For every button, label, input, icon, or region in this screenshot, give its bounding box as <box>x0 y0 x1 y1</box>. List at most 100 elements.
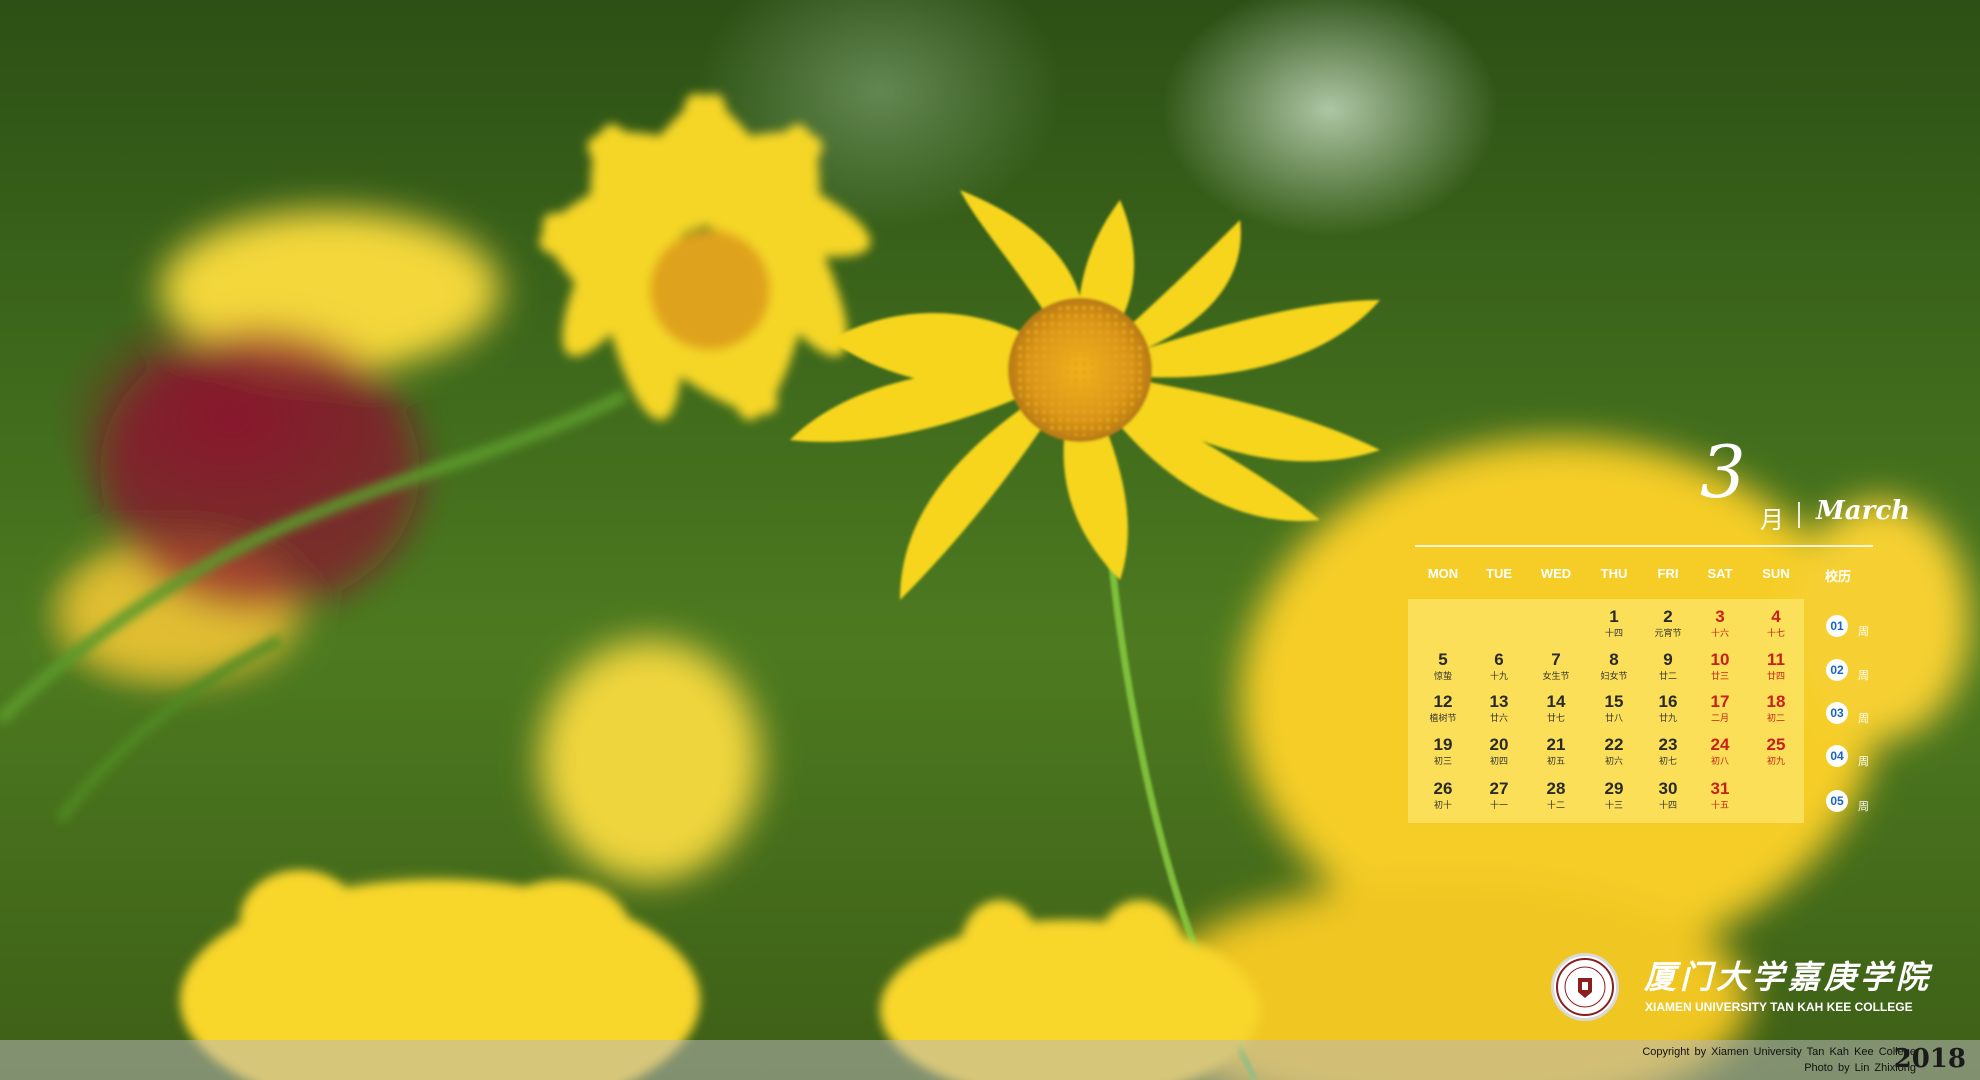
weekday-thu: THU <box>1600 566 1628 581</box>
calendar-day[interactable]: 6 十九 <box>1469 650 1529 682</box>
day-number: 16 <box>1658 692 1678 711</box>
day-number: 11 <box>1767 650 1785 669</box>
calendar-day[interactable]: 22 初六 <box>1584 735 1644 767</box>
wallpaper: 3 月 March MON TUE WED THU FRI SAT SUN 校历 1 十四 2 元… <box>0 0 1980 1080</box>
lunar-date: 元宵节 <box>1654 628 1682 638</box>
day-number: 4 <box>1771 607 1781 626</box>
calendar-day[interactable]: 12 植树节 <box>1413 692 1473 724</box>
calendar-day[interactable]: 7 女生节 <box>1526 650 1586 682</box>
lunar-date: 二月 <box>1710 713 1729 723</box>
weekday-mon: MON <box>1427 566 1459 581</box>
calendar-divider <box>1415 545 1873 547</box>
day-number: 9 <box>1663 650 1673 669</box>
day-number: 17 <box>1710 692 1730 711</box>
lunar-date: 初九 <box>1766 756 1785 766</box>
calendar-day[interactable]: 9 廿二 <box>1638 650 1698 682</box>
lunar-date: 植树节 <box>1429 713 1457 723</box>
photo-credit: Photo by Lin Zhixiong <box>1804 1062 1916 1074</box>
calendar-day[interactable]: 8 妇女节 <box>1584 650 1644 682</box>
calendar-day[interactable]: 4 十七 <box>1746 607 1806 639</box>
day-number: 12 <box>1433 692 1453 711</box>
day-number: 18 <box>1766 692 1786 711</box>
calendar-day[interactable]: 19 初三 <box>1413 735 1473 767</box>
calendar-day[interactable]: 11 廿四 <box>1746 650 1806 682</box>
calendar-day[interactable]: 15 廿八 <box>1584 692 1644 724</box>
year-label: 2018 <box>1893 1044 1966 1074</box>
calendar-day[interactable]: 18 初二 <box>1746 692 1806 724</box>
lunar-date: 初三 <box>1433 756 1452 766</box>
weekday-sun: SUN <box>1762 566 1790 581</box>
calendar-day[interactable]: 13 廿六 <box>1469 692 1529 724</box>
lunar-date: 十四 <box>1658 800 1677 810</box>
lunar-date: 妇女节 <box>1600 671 1628 681</box>
college-name-english: XIAMEN UNIVERSITY TAN KAH KEE COLLEGE <box>1645 1000 1913 1014</box>
week-label: 周 <box>1858 670 1869 682</box>
school-week-item: 02 周 <box>1826 659 1886 683</box>
lunar-date: 初五 <box>1546 756 1565 766</box>
week-number-badge: 05 <box>1826 790 1848 812</box>
lunar-date: 十三 <box>1604 800 1623 810</box>
lunar-date: 廿八 <box>1604 713 1623 723</box>
week-label: 周 <box>1858 626 1869 638</box>
lunar-date: 初八 <box>1710 756 1729 766</box>
secondary-flower <box>539 93 871 421</box>
lunar-date: 十九 <box>1489 671 1508 681</box>
week-number-badge: 04 <box>1826 745 1848 767</box>
school-week-item: 03 周 <box>1826 702 1886 726</box>
month-divider <box>1798 502 1800 528</box>
calendar-day[interactable]: 1 十四 <box>1584 607 1644 639</box>
weekday-wed: WED <box>1540 566 1572 581</box>
school-week-item: 04 周 <box>1826 745 1886 769</box>
day-number: 25 <box>1766 735 1786 754</box>
day-number: 26 <box>1433 779 1453 798</box>
week-label: 周 <box>1858 713 1869 725</box>
lunar-date: 十六 <box>1710 628 1729 638</box>
day-number: 6 <box>1494 650 1504 669</box>
day-number: 19 <box>1433 735 1453 754</box>
lunar-date: 十七 <box>1766 628 1785 638</box>
calendar-day[interactable]: 23 初七 <box>1638 735 1698 767</box>
lunar-date: 廿六 <box>1489 713 1508 723</box>
calendar-day[interactable]: 3 十六 <box>1690 607 1750 639</box>
calendar-day[interactable]: 5 惊蛰 <box>1413 650 1473 682</box>
lunar-date: 初二 <box>1766 713 1785 723</box>
calendar-day[interactable]: 31 十五 <box>1690 779 1750 811</box>
day-number: 23 <box>1658 735 1678 754</box>
calendar-day[interactable]: 14 廿七 <box>1526 692 1586 724</box>
lunar-date: 十五 <box>1710 800 1729 810</box>
lunar-date: 初十 <box>1433 800 1452 810</box>
weekday-fri: FRI <box>1657 566 1679 581</box>
credits: Copyright by Xiamen University Tan Kah K… <box>1642 1044 1916 1076</box>
calendar-day[interactable]: 24 初八 <box>1690 735 1750 767</box>
day-number: 24 <box>1710 735 1730 754</box>
week-label: 周 <box>1858 756 1869 768</box>
day-number: 8 <box>1609 650 1619 669</box>
day-number: 20 <box>1489 735 1509 754</box>
calendar-day[interactable]: 16 廿九 <box>1638 692 1698 724</box>
day-number: 14 <box>1546 692 1566 711</box>
college-seal-icon <box>1551 953 1619 1021</box>
month-chinese: 月 <box>1760 507 1784 534</box>
school-week-item: 05 周 <box>1826 790 1886 814</box>
lunar-date: 女生节 <box>1542 671 1570 681</box>
day-number: 1 <box>1609 607 1619 626</box>
day-number: 28 <box>1546 779 1566 798</box>
lunar-date: 初六 <box>1604 756 1623 766</box>
calendar-day[interactable]: 2 元宵节 <box>1638 607 1698 639</box>
weekday-tue: TUE <box>1486 566 1512 581</box>
lunar-date: 廿九 <box>1658 713 1677 723</box>
calendar-day[interactable]: 27 十一 <box>1469 779 1529 811</box>
calendar-day[interactable]: 26 初十 <box>1413 779 1473 811</box>
day-number: 2 <box>1663 607 1673 626</box>
month-heading: 3 月 March <box>1690 436 1910 536</box>
calendar-day[interactable]: 29 十三 <box>1584 779 1644 811</box>
calendar-day[interactable]: 21 初五 <box>1526 735 1586 767</box>
calendar-day[interactable]: 17 二月 <box>1690 692 1750 724</box>
lunar-date: 廿七 <box>1546 713 1565 723</box>
calendar-day[interactable]: 28 十二 <box>1526 779 1586 811</box>
calendar-day[interactable]: 25 初九 <box>1746 735 1806 767</box>
calendar-day[interactable]: 20 初四 <box>1469 735 1529 767</box>
month-english: March <box>1816 496 1911 526</box>
calendar-day[interactable]: 30 十四 <box>1638 779 1698 811</box>
calendar-day[interactable]: 10 廿三 <box>1690 650 1750 682</box>
